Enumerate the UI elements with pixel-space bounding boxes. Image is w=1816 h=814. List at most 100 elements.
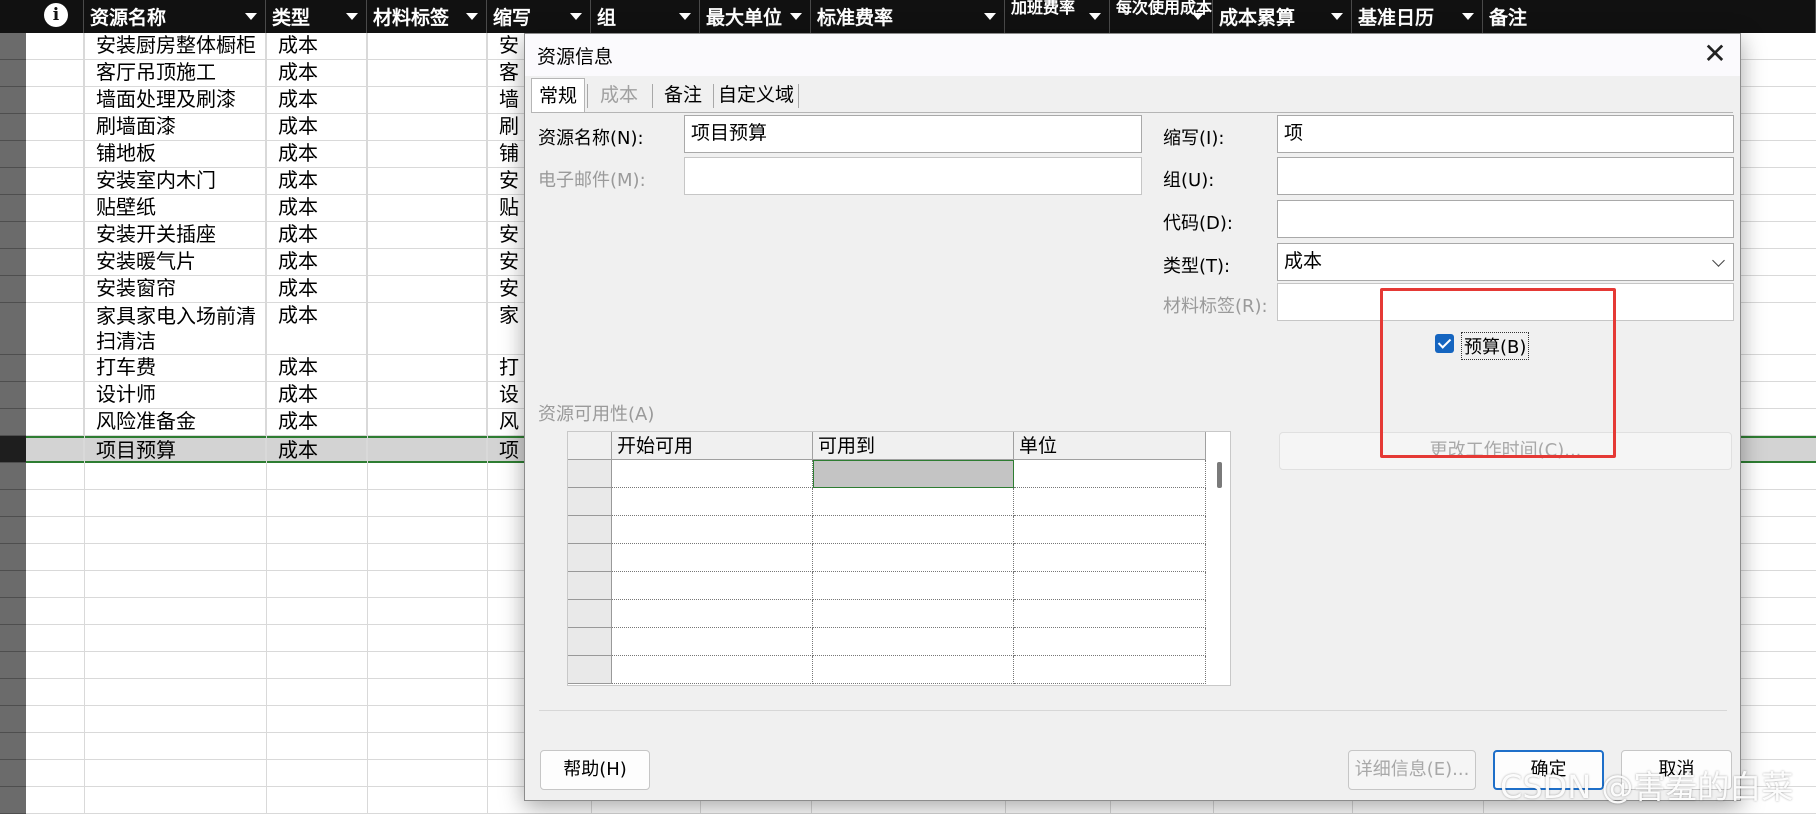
code-input[interactable] [1277, 200, 1734, 238]
cell-mat[interactable] [367, 409, 487, 435]
grid-cell[interactable] [612, 460, 813, 488]
row-header[interactable] [0, 114, 26, 141]
cell-name[interactable]: 家具家电入场前清扫清洁 [84, 303, 266, 354]
row-header[interactable] [0, 436, 26, 463]
column-header[interactable]: 类型 [266, 0, 367, 33]
indicator-cell[interactable] [26, 195, 84, 221]
grid-row-header[interactable] [568, 516, 612, 544]
grid-row[interactable] [568, 516, 1208, 544]
grid-row-header[interactable] [568, 488, 612, 516]
type-select[interactable]: 成本 [1277, 243, 1734, 281]
row-header[interactable] [0, 141, 26, 168]
grid-cell[interactable] [813, 628, 1014, 656]
row-header[interactable] [0, 195, 26, 222]
grid-cell[interactable] [1014, 488, 1206, 516]
grid-cell[interactable] [612, 544, 813, 572]
row-header[interactable] [0, 249, 26, 276]
cell-name[interactable]: 项目预算 [84, 438, 266, 461]
row-header[interactable] [0, 60, 26, 87]
grid-cell[interactable] [1014, 656, 1206, 684]
row-header[interactable] [0, 490, 26, 517]
cell-type[interactable]: 成本 [266, 438, 367, 461]
cell-type[interactable]: 成本 [266, 60, 367, 86]
cell-mat[interactable] [367, 276, 487, 302]
row-header[interactable] [0, 625, 26, 652]
grid-row[interactable] [568, 600, 1208, 628]
cell-name[interactable]: 设计师 [84, 382, 266, 408]
row-header[interactable] [0, 87, 26, 114]
cell-mat[interactable] [367, 114, 487, 140]
row-header[interactable] [0, 382, 26, 409]
indicator-cell[interactable] [26, 249, 84, 275]
cell-name[interactable]: 安装开关插座 [84, 222, 266, 248]
close-icon[interactable]: ✕ [1700, 40, 1730, 70]
row-header[interactable] [0, 706, 26, 733]
tab-general[interactable]: 常规 [531, 78, 585, 113]
cell-name[interactable]: 风险准备金 [84, 409, 266, 435]
grid-cell[interactable] [1014, 600, 1206, 628]
cell-mat[interactable] [367, 168, 487, 194]
cell-name[interactable]: 打车费 [84, 355, 266, 381]
filter-dropdown-icon[interactable] [1331, 13, 1343, 20]
cell-type[interactable]: 成本 [266, 303, 367, 354]
grid-cell[interactable] [612, 656, 813, 684]
cell-mat[interactable] [367, 438, 487, 461]
grid-row-header[interactable] [568, 460, 612, 488]
column-header[interactable]: 缩写 [487, 0, 591, 33]
cell-mat[interactable] [367, 60, 487, 86]
cell-name[interactable]: 贴壁纸 [84, 195, 266, 221]
column-header[interactable]: 基准日历 [1352, 0, 1483, 33]
row-header[interactable] [0, 276, 26, 303]
row-header[interactable] [0, 222, 26, 249]
filter-dropdown-icon[interactable] [570, 13, 582, 20]
cell-name[interactable]: 墙面处理及刷漆 [84, 87, 266, 113]
indicator-cell[interactable] [26, 438, 84, 461]
grid-row-header[interactable] [568, 572, 612, 600]
row-header[interactable] [0, 760, 26, 787]
column-header[interactable]: 标准费率 [811, 0, 1005, 33]
cell-name[interactable]: 安装暖气片 [84, 249, 266, 275]
cell-mat[interactable] [367, 382, 487, 408]
grid-row-header[interactable] [568, 656, 612, 684]
grid-row[interactable] [568, 572, 1208, 600]
grid-cell[interactable] [813, 460, 1014, 488]
cell-mat[interactable] [367, 222, 487, 248]
indicator-cell[interactable] [26, 141, 84, 167]
column-header[interactable]: 材料标签 [367, 0, 487, 33]
resource-name-input[interactable]: 项目预算 [684, 115, 1142, 153]
cell-type[interactable]: 成本 [266, 276, 367, 302]
grid-scrollbar[interactable] [1217, 462, 1222, 488]
grid-cell[interactable] [813, 544, 1014, 572]
filter-dropdown-icon[interactable] [984, 13, 996, 20]
group-input[interactable] [1277, 157, 1734, 195]
tab-custom-fields[interactable]: 自定义域 [716, 78, 796, 112]
row-header[interactable] [0, 409, 26, 436]
cell-mat[interactable] [367, 195, 487, 221]
column-header[interactable]: 每次使用成本 [1110, 0, 1213, 33]
cell-type[interactable]: 成本 [266, 87, 367, 113]
column-header[interactable]: 最大单位 [700, 0, 811, 33]
cell-name[interactable]: 安装室内木门 [84, 168, 266, 194]
filter-dropdown-icon[interactable] [466, 13, 478, 20]
indicator-cell[interactable] [26, 276, 84, 302]
column-header[interactable]: 加班费率 [1005, 0, 1110, 33]
row-header[interactable] [0, 679, 26, 706]
row-header[interactable] [0, 355, 26, 382]
cell-name[interactable]: 刷墙面漆 [84, 114, 266, 140]
indicator-cell[interactable] [26, 382, 84, 408]
row-header[interactable] [0, 544, 26, 571]
indicator-cell[interactable] [26, 222, 84, 248]
indicator-cell[interactable] [26, 87, 84, 113]
row-header[interactable] [0, 303, 26, 355]
tab-notes[interactable]: 备注 [655, 78, 711, 112]
row-header[interactable] [0, 652, 26, 679]
indicator-cell[interactable] [26, 33, 84, 59]
column-header[interactable]: 资源名称 [84, 0, 266, 33]
grid-cell[interactable] [1014, 460, 1206, 488]
column-header[interactable]: 成本累算 [1213, 0, 1352, 33]
row-header[interactable] [0, 463, 26, 490]
cell-type[interactable]: 成本 [266, 382, 367, 408]
filter-dropdown-icon[interactable] [245, 13, 257, 20]
grid-cell[interactable] [612, 628, 813, 656]
grid-row-header[interactable] [568, 544, 612, 572]
